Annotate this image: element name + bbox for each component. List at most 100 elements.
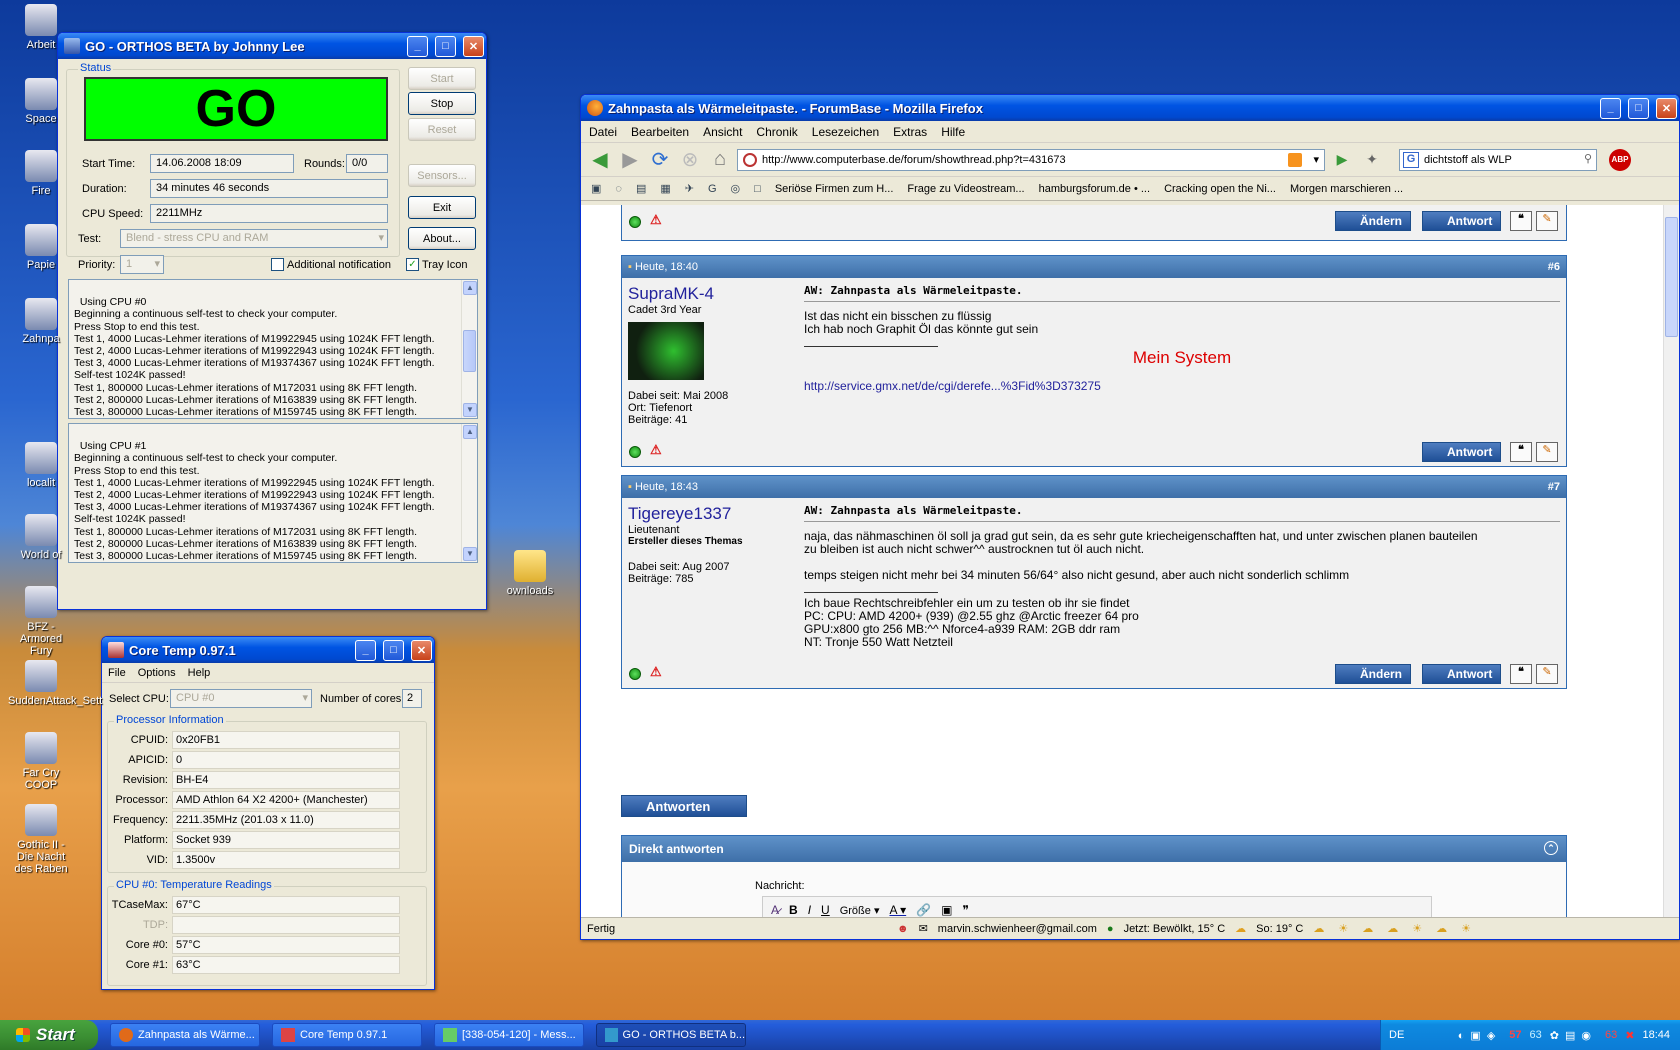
weather-now[interactable]: Jetzt: Bewölkt, 15° C (1124, 923, 1226, 935)
menu-item[interactable]: Datei (589, 125, 617, 139)
desktop-icon-downloads[interactable]: ownloads (500, 550, 560, 597)
back-arrow-icon[interactable]: ◀ (587, 147, 613, 173)
weather-sunday[interactable]: So: 19° C (1256, 923, 1303, 935)
report-post-icon[interactable]: ⚠ (650, 212, 662, 228)
desktop-icon[interactable]: Papie (8, 224, 74, 271)
desktop-icon[interactable]: Gothic II - Die Nacht des Raben (8, 804, 74, 875)
tray-temp-value[interactable]: 63 (1605, 1029, 1617, 1041)
greasemonkey-icon[interactable]: ✦ (1359, 147, 1385, 173)
bookmark-icon[interactable]: ▤ (632, 182, 650, 195)
mail-icon[interactable]: ✉ (919, 922, 928, 935)
menu-help[interactable]: Help (188, 667, 211, 679)
reply-thread-button[interactable]: Antworten (621, 795, 747, 817)
rss-icon[interactable] (1288, 152, 1302, 167)
tray-temp-core0[interactable]: 57 (1509, 1029, 1521, 1041)
close-button[interactable]: ✕ (463, 35, 484, 57)
maximize-button[interactable]: □ (1628, 97, 1649, 119)
scroll-up-icon[interactable]: ▲ (463, 425, 477, 439)
cpu0-log-scrollbar[interactable]: ▲ ▼ (461, 280, 477, 418)
cpu1-log[interactable]: Using CPU #1 Beginning a continuous self… (68, 423, 478, 563)
smiley-icon[interactable]: ☻ (897, 923, 909, 935)
image-icon[interactable]: ▣ (941, 903, 952, 917)
menu-item[interactable]: Bearbeiten (631, 125, 689, 139)
firefox-titlebar[interactable]: Zahnpasta als Wärmeleitpaste. - ForumBas… (581, 95, 1679, 121)
clock[interactable]: 18:44 (1642, 1029, 1670, 1041)
tray-security-icon[interactable]: ✖ (1625, 1029, 1634, 1042)
bookmark-item[interactable]: Seriöse Firmen zum H... (771, 183, 898, 195)
reply-post-button[interactable]: Antwort (1422, 442, 1502, 462)
language-indicator[interactable]: DE (1389, 1029, 1404, 1041)
minimize-button[interactable]: _ (407, 35, 428, 57)
bold-icon[interactable]: B (789, 903, 798, 917)
test-select[interactable]: Blend - stress CPU and RAM ▾ (120, 229, 388, 248)
bookmark-icon[interactable]: G (704, 183, 721, 195)
size-select[interactable]: Größe ▾ (840, 904, 880, 917)
reply-post-button[interactable]: Antwort (1422, 664, 1502, 684)
desktop-icon[interactable]: BFZ - Armored Fury (8, 586, 74, 657)
bookmark-icon[interactable]: ✈ (681, 182, 698, 195)
font-color-icon[interactable]: A ▾ (889, 903, 906, 917)
desktop-icon[interactable]: World of (8, 514, 74, 561)
menu-item[interactable]: Ansicht (703, 125, 742, 139)
menu-item[interactable]: Chronik (756, 125, 797, 139)
cpu1-log-scrollbar[interactable]: ▲ ▼ (461, 424, 477, 562)
close-button[interactable]: ✕ (411, 639, 432, 661)
reply-post-button[interactable]: Antwort (1422, 211, 1502, 231)
underline-icon[interactable]: U (821, 903, 830, 917)
home-icon[interactable]: ⌂ (707, 147, 733, 173)
tray-icon-checkbox[interactable]: ✓ (406, 258, 419, 271)
task-firefox[interactable]: Zahnpasta als Wärme... (110, 1023, 260, 1047)
scroll-up-icon[interactable]: ▲ (463, 281, 477, 295)
maximize-button[interactable]: □ (435, 35, 456, 57)
url-bar[interactable]: http://www.computerbase.de/forum/showthr… (737, 148, 1325, 171)
page-scrollbar[interactable] (1663, 205, 1679, 917)
stop-button[interactable]: Stop (408, 92, 476, 115)
coretemp-titlebar[interactable]: Core Temp 0.97.1 _ □ ✕ (102, 637, 434, 663)
about-button[interactable]: About... (408, 227, 476, 250)
email-status[interactable]: marvin.schwienheer@gmail.com (938, 923, 1097, 935)
task-coretemp[interactable]: Core Temp 0.97.1 (272, 1023, 422, 1047)
menu-item[interactable]: Lesezeichen (812, 125, 879, 139)
search-box[interactable]: G dichtstoff als WLP ⚲ (1399, 148, 1597, 171)
minimize-button[interactable]: _ (355, 639, 376, 661)
stop-icon[interactable]: ⊗ (677, 147, 703, 173)
post-number[interactable]: #6 (1548, 261, 1560, 273)
minimize-button[interactable]: _ (1600, 97, 1621, 119)
tray-misc-icons[interactable]: ✿▤◉ (1550, 1029, 1597, 1042)
scroll-down-icon[interactable]: ▼ (463, 403, 477, 417)
quote-icon[interactable]: ❝ (1510, 211, 1532, 231)
bookmark-icon[interactable]: ◎ (727, 182, 745, 195)
bookmark-item[interactable]: Frage zu Videostream... (903, 183, 1028, 195)
desktop-icon[interactable]: Far Cry COOP (8, 732, 74, 791)
edit-post-button[interactable]: Ändern (1335, 211, 1411, 231)
post-number[interactable]: #7 (1548, 481, 1560, 493)
bookmark-icon[interactable]: □ (750, 183, 765, 195)
bookmark-item[interactable]: hamburgsforum.de • ... (1035, 183, 1154, 195)
multiquote-icon[interactable]: ✎ (1536, 211, 1558, 231)
bookmark-item[interactable]: Cracking open the Ni... (1160, 183, 1280, 195)
desktop-icon[interactable]: SuddenAttack_Sett (8, 660, 102, 707)
desktop-icon[interactable]: localit (8, 442, 74, 489)
task-messenger[interactable]: [338-054-120] - Mess... (434, 1023, 584, 1047)
orthos-titlebar[interactable]: GO - ORTHOS BETA by Johnny Lee _ □ ✕ (58, 33, 486, 59)
cpu0-log[interactable]: Using CPU #0 Beginning a continuous self… (68, 279, 478, 419)
forward-arrow-icon[interactable]: ▶ (617, 147, 643, 173)
select-cpu-dropdown[interactable]: CPU #0 ▾ (170, 689, 312, 708)
reload-icon[interactable]: ⟳ (647, 147, 673, 173)
quick-reply-header[interactable]: Direkt antworten ⌃ (622, 836, 1566, 862)
collapse-icon[interactable]: ⌃ (1544, 841, 1558, 855)
tray-temp-core1[interactable]: 63 (1530, 1029, 1542, 1041)
italic-icon[interactable]: I (808, 903, 811, 917)
desktop-icon[interactable]: Fire (8, 150, 74, 197)
close-button[interactable]: ✕ (1656, 97, 1677, 119)
exit-button[interactable]: Exit (408, 196, 476, 219)
menu-options[interactable]: Options (138, 667, 176, 679)
adblock-icon[interactable]: ABP (1609, 148, 1631, 171)
desktop-icon[interactable]: Zahnpa (8, 298, 74, 345)
maximize-button[interactable]: □ (383, 639, 404, 661)
username-link[interactable]: SupraMK-4 (628, 284, 798, 304)
username-link[interactable]: Tigereye1337 (628, 504, 798, 524)
start-button[interactable]: Start (0, 1020, 98, 1050)
edit-post-button[interactable]: Ändern (1335, 664, 1411, 684)
report-post-icon[interactable]: ⚠ (650, 664, 662, 680)
